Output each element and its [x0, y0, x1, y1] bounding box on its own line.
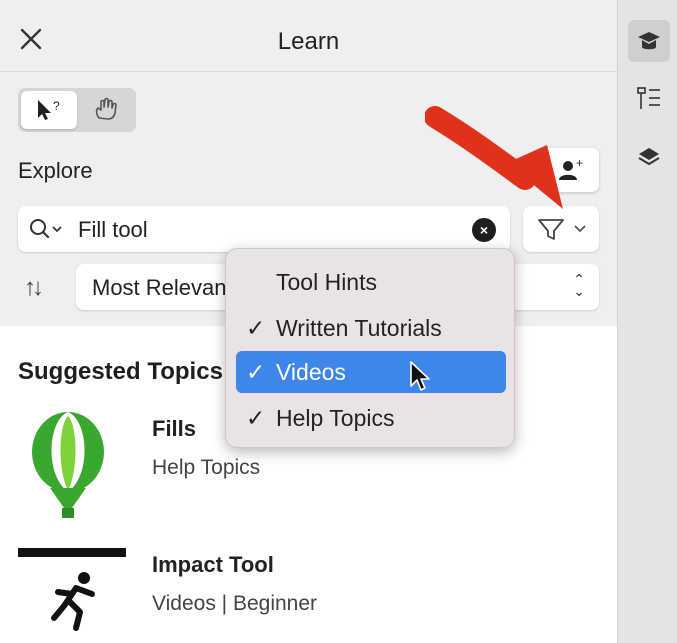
menu-item-label: Videos — [276, 359, 346, 385]
search-icon — [30, 219, 62, 239]
sort-arrows-icon[interactable]: ↑↓ — [24, 274, 44, 302]
hand-icon — [95, 97, 117, 120]
properties-icon — [637, 87, 660, 109]
sort-value: Most Relevant — [92, 275, 233, 300]
item-subtitle: Help Topics — [152, 456, 261, 479]
panel-title: Learn — [277, 28, 340, 55]
explore-label: Explore — [18, 158, 93, 183]
menu-item-written-tutorials[interactable]: ✓ Written Tutorials — [236, 307, 506, 349]
menu-item-videos[interactable]: ✓ Videos — [236, 351, 506, 393]
filter-dropdown-menu: Tool Hints ✓ Written Tutorials ✓ Videos … — [225, 248, 515, 448]
check-icon: ✓ — [246, 359, 266, 385]
menu-item-label: Written Tutorials — [276, 315, 442, 341]
check-icon: ✓ — [246, 405, 266, 431]
mode-toggle: ? — [18, 88, 136, 132]
check-icon: ✓ — [246, 315, 266, 341]
menu-item-label: Help Topics — [276, 405, 395, 431]
menu-item-help-topics[interactable]: ✓ Help Topics — [236, 397, 506, 439]
layers-icon — [638, 148, 660, 166]
suggested-topics-heading: Suggested Topics — [18, 358, 223, 385]
docker-sidebar — [617, 0, 677, 643]
hint-mode-button[interactable]: ? — [21, 91, 77, 129]
menu-item-label: Tool Hints — [276, 269, 377, 295]
list-item[interactable]: Impact Tool Videos | Beginner — [0, 548, 617, 643]
hand-mode-button[interactable] — [78, 91, 134, 129]
mouse-cursor-icon — [410, 361, 430, 391]
graduation-cap-icon — [638, 32, 660, 50]
running-figure-icon — [18, 548, 126, 643]
item-title: Impact Tool — [152, 552, 274, 577]
panel-header: Learn — [0, 0, 617, 72]
pointer-question-icon: ? — [38, 99, 60, 120]
item-subtitle: Videos | Beginner — [152, 592, 318, 615]
menu-item-tool-hints[interactable]: Tool Hints — [236, 261, 506, 303]
item-title: Fills — [152, 416, 197, 441]
svg-text:?: ? — [53, 99, 60, 113]
search-input[interactable]: Fill tool — [78, 217, 148, 243]
annotation-arrow-icon — [425, 106, 563, 209]
select-chevron-icon: ⌃ ⌄ — [573, 271, 585, 299]
sidebar-item-layers[interactable] — [628, 136, 670, 178]
sidebar-item-learn[interactable] — [628, 20, 670, 62]
sidebar-item-properties[interactable] — [628, 78, 670, 120]
coreldraw-balloon-icon — [32, 412, 104, 518]
